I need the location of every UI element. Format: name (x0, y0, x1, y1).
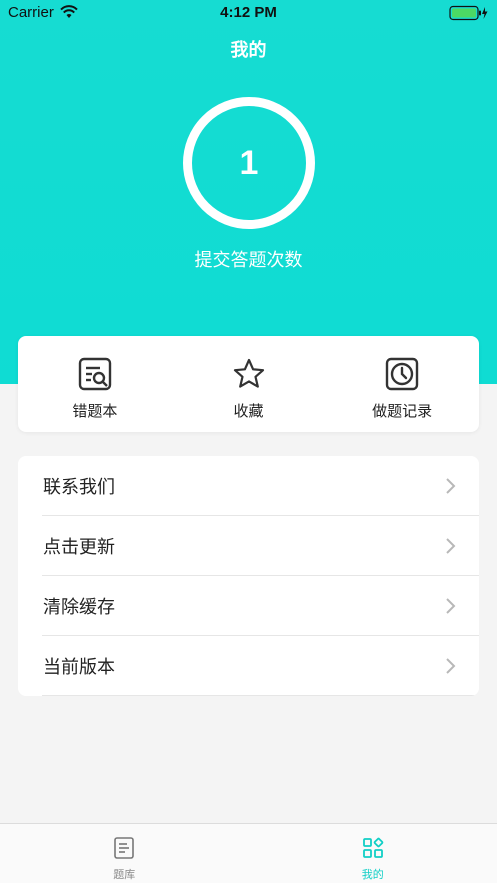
settings-list: 联系我们 点击更新 清除缓存 当前版本 (18, 456, 479, 696)
wrong-book-label: 错题本 (72, 402, 118, 420)
favorites-label: 收藏 (233, 402, 264, 420)
wrong-book-button[interactable]: 错题本 (18, 336, 172, 432)
status-bar: Carrier 4:12 PM (0, 0, 497, 26)
submit-count-label: 提交答题次数 (194, 250, 303, 271)
chevron-right-icon (446, 478, 456, 494)
clear-cache-label: 清除缓存 (43, 597, 115, 618)
contact-us-label: 联系我们 (43, 477, 115, 498)
tab-question-bank-label: 题库 (113, 868, 136, 881)
history-button[interactable]: 做题记录 (325, 336, 479, 432)
apps-icon (362, 837, 383, 858)
tab-mine[interactable]: 我的 (249, 824, 497, 883)
check-update-row[interactable]: 点击更新 (18, 516, 479, 576)
chevron-right-icon (446, 538, 456, 554)
chevron-right-icon (446, 598, 456, 614)
wrong-book-icon (77, 356, 113, 392)
submit-count-ring: 1 (183, 97, 315, 229)
document-icon (114, 837, 135, 859)
tab-bar: 题库 我的 (0, 823, 497, 883)
quick-actions-card: 错题本 收藏 做题记录 (18, 336, 479, 432)
chevron-right-icon (446, 658, 456, 674)
contact-us-row[interactable]: 联系我们 (18, 456, 479, 516)
favorites-button[interactable]: 收藏 (172, 336, 326, 432)
check-update-label: 点击更新 (43, 537, 115, 558)
clock-icon (384, 356, 420, 392)
current-version-row[interactable]: 当前版本 (18, 636, 479, 696)
clear-cache-row[interactable]: 清除缓存 (18, 576, 479, 636)
page-title: 我的 (230, 40, 267, 61)
submit-count-value: 1 (239, 143, 259, 182)
star-icon (231, 356, 267, 392)
battery-icon (449, 5, 489, 21)
status-time: 4:12 PM (220, 4, 277, 21)
tab-question-bank[interactable]: 题库 (0, 824, 249, 883)
tab-mine-label: 我的 (361, 868, 384, 881)
history-label: 做题记录 (372, 402, 433, 420)
current-version-label: 当前版本 (43, 657, 115, 678)
